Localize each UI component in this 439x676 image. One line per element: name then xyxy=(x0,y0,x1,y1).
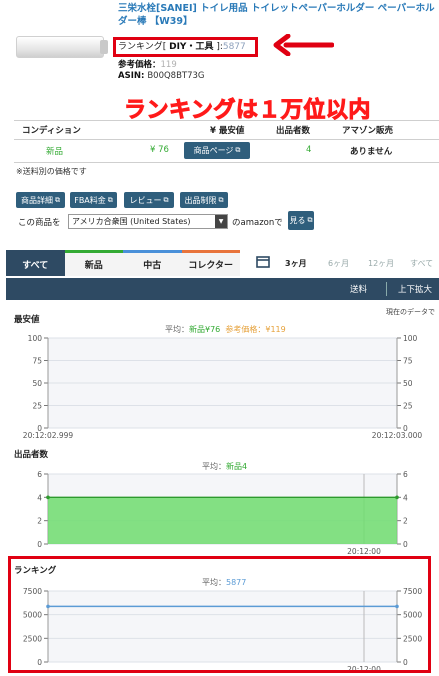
y-tick-label: 75 xyxy=(32,357,42,366)
tab-collector[interactable]: コレクター xyxy=(181,250,240,276)
external-link-icon: ⧉ xyxy=(55,195,60,204)
ranking-category: DIY・工具 xyxy=(169,42,214,52)
y-tick-label: 50 xyxy=(403,379,413,388)
y-tick-label: 2 xyxy=(403,517,408,526)
zoom-toggle[interactable]: 上下拡大 xyxy=(398,283,432,295)
chart-toolbar: 送料 上下拡大 xyxy=(6,278,439,300)
external-link-icon: ⧉ xyxy=(218,195,224,204)
y-tick-label: 4 xyxy=(403,493,408,502)
y-tick-label: 6 xyxy=(403,470,408,479)
range-6-months[interactable]: 6ヶ月 xyxy=(328,250,349,276)
annotation-arrow-icon xyxy=(273,34,334,56)
shipping-toggle[interactable]: 送料 xyxy=(350,283,367,295)
review-button[interactable]: レビュー ⧉ xyxy=(124,192,174,208)
header-condition: コンディション xyxy=(22,126,81,136)
y-tick-label: 0 xyxy=(37,540,42,549)
condition-tabs: すべて 新品 中古 コレクター xyxy=(6,250,240,276)
tab-new[interactable]: 新品 xyxy=(64,250,123,276)
y-tick-label: 100 xyxy=(28,334,43,343)
asin-value: B00Q8BT73G xyxy=(147,71,205,81)
chart-title-seller-count: 出品者数 xyxy=(14,450,49,460)
listing-restriction-label: 出品制限 xyxy=(184,195,217,205)
table-top-divider xyxy=(14,120,439,121)
y-tick-label: 75 xyxy=(403,357,413,366)
product-page-button[interactable]: 商品ページ ⧉ xyxy=(184,142,250,159)
x-tick-label: 20:12:03.000 xyxy=(372,431,423,440)
table-bottom-divider xyxy=(14,162,439,163)
range-3-months[interactable]: 3ヶ月 xyxy=(285,250,307,276)
tab-used[interactable]: 中古 xyxy=(123,250,182,276)
row-seller-count: 4 xyxy=(306,145,312,155)
range-12-months[interactable]: 12ヶ月 xyxy=(368,250,394,276)
fba-fee-button[interactable]: FBA料金 ⧉ xyxy=(70,192,117,208)
y-tick-label: 25 xyxy=(32,402,42,411)
ref-price-label: 参考価格： xyxy=(118,60,161,70)
ranking-separator: ]: xyxy=(213,42,223,52)
seller-count-chart: 0 0 2 2 4 4 6 6 20:12:00 xyxy=(37,470,408,554)
ranking-box: ランキング[ DIY・工具 ]:5877 xyxy=(113,37,258,57)
product-page-label: 商品ページ xyxy=(193,146,234,155)
external-link-icon: ⧉ xyxy=(307,216,313,224)
y-tick-label: 2 xyxy=(37,517,42,526)
ranking-value: 5877 xyxy=(222,42,246,52)
review-label: レビュー xyxy=(129,195,162,205)
tab-all[interactable]: すべて xyxy=(6,250,65,276)
row-amazon-sales: ありません xyxy=(350,147,393,157)
external-link-icon: ⧉ xyxy=(235,146,241,154)
ref-price: 参考価格：119 xyxy=(118,58,177,70)
series-area xyxy=(48,497,397,544)
lowest-price-chart: 0 025 2550 5075 75100 10020:12:02.999 20:12:03… xyxy=(23,334,423,440)
row-condition-new: 新品 xyxy=(46,147,64,157)
data-point xyxy=(395,495,399,500)
ranking-label: ランキング[ xyxy=(118,42,170,52)
current-data-note: 現在のデータで xyxy=(386,308,435,316)
shipping-note: ※送料別の価格です xyxy=(16,167,87,176)
row-price: ¥ 76 xyxy=(150,145,169,155)
header-amazon-sales: アマゾン販売 xyxy=(342,126,394,136)
x-tick-label: 20:12:00 xyxy=(347,547,381,554)
view-label: 見る xyxy=(289,216,306,225)
range-all[interactable]: すべて xyxy=(410,250,433,276)
external-link-icon: ⧉ xyxy=(107,195,113,204)
table-mid-divider xyxy=(14,139,439,140)
view-button[interactable]: 見る ⧉ xyxy=(288,211,314,230)
toolbar-divider xyxy=(386,282,387,296)
asin: ASIN: B00Q8BT73G xyxy=(118,71,205,81)
y-tick-label: 25 xyxy=(403,402,413,411)
external-link-icon: ⧉ xyxy=(163,195,169,204)
country-prefix: この商品を xyxy=(18,218,61,228)
product-detail-button[interactable]: 商品詳細 ⧉ xyxy=(16,192,65,208)
data-point xyxy=(46,495,50,500)
header-lowest-price: ¥ 最安値 xyxy=(210,126,245,136)
y-tick-label: 50 xyxy=(32,379,42,388)
chevron-down-icon: ▼ xyxy=(215,215,227,228)
asin-label: ASIN: xyxy=(118,71,148,81)
country-selected: アメリカ合衆国 (United States) xyxy=(72,217,191,226)
listing-restriction-button[interactable]: 出品制限 ⧉ xyxy=(180,192,228,208)
ref-price-value: 119 xyxy=(160,60,177,70)
chart-title-lowest-price: 最安値 xyxy=(14,315,40,325)
product-image[interactable] xyxy=(16,36,108,58)
product-title[interactable]: 三栄水栓[SANEI] トイレ用品 トイレットペーパーホルダー ペーパーホルダー… xyxy=(118,2,436,28)
annotation-highlight-box xyxy=(8,556,431,673)
y-tick-label: 0 xyxy=(403,540,408,549)
x-tick-label: 20:12:02.999 xyxy=(23,431,74,440)
country-suffix: のamazonで xyxy=(232,218,283,228)
y-tick-label: 4 xyxy=(37,493,42,502)
calendar-icon xyxy=(256,256,270,268)
y-tick-label: 6 xyxy=(37,470,42,479)
product-detail-label: 商品詳細 xyxy=(21,195,53,205)
y-tick-label: 100 xyxy=(403,334,418,343)
fba-fee-label: FBA料金 xyxy=(74,195,106,205)
country-select[interactable]: アメリカ合衆国 (United States) ▼ xyxy=(68,214,228,229)
header-seller-count: 出品者数 xyxy=(276,126,311,136)
